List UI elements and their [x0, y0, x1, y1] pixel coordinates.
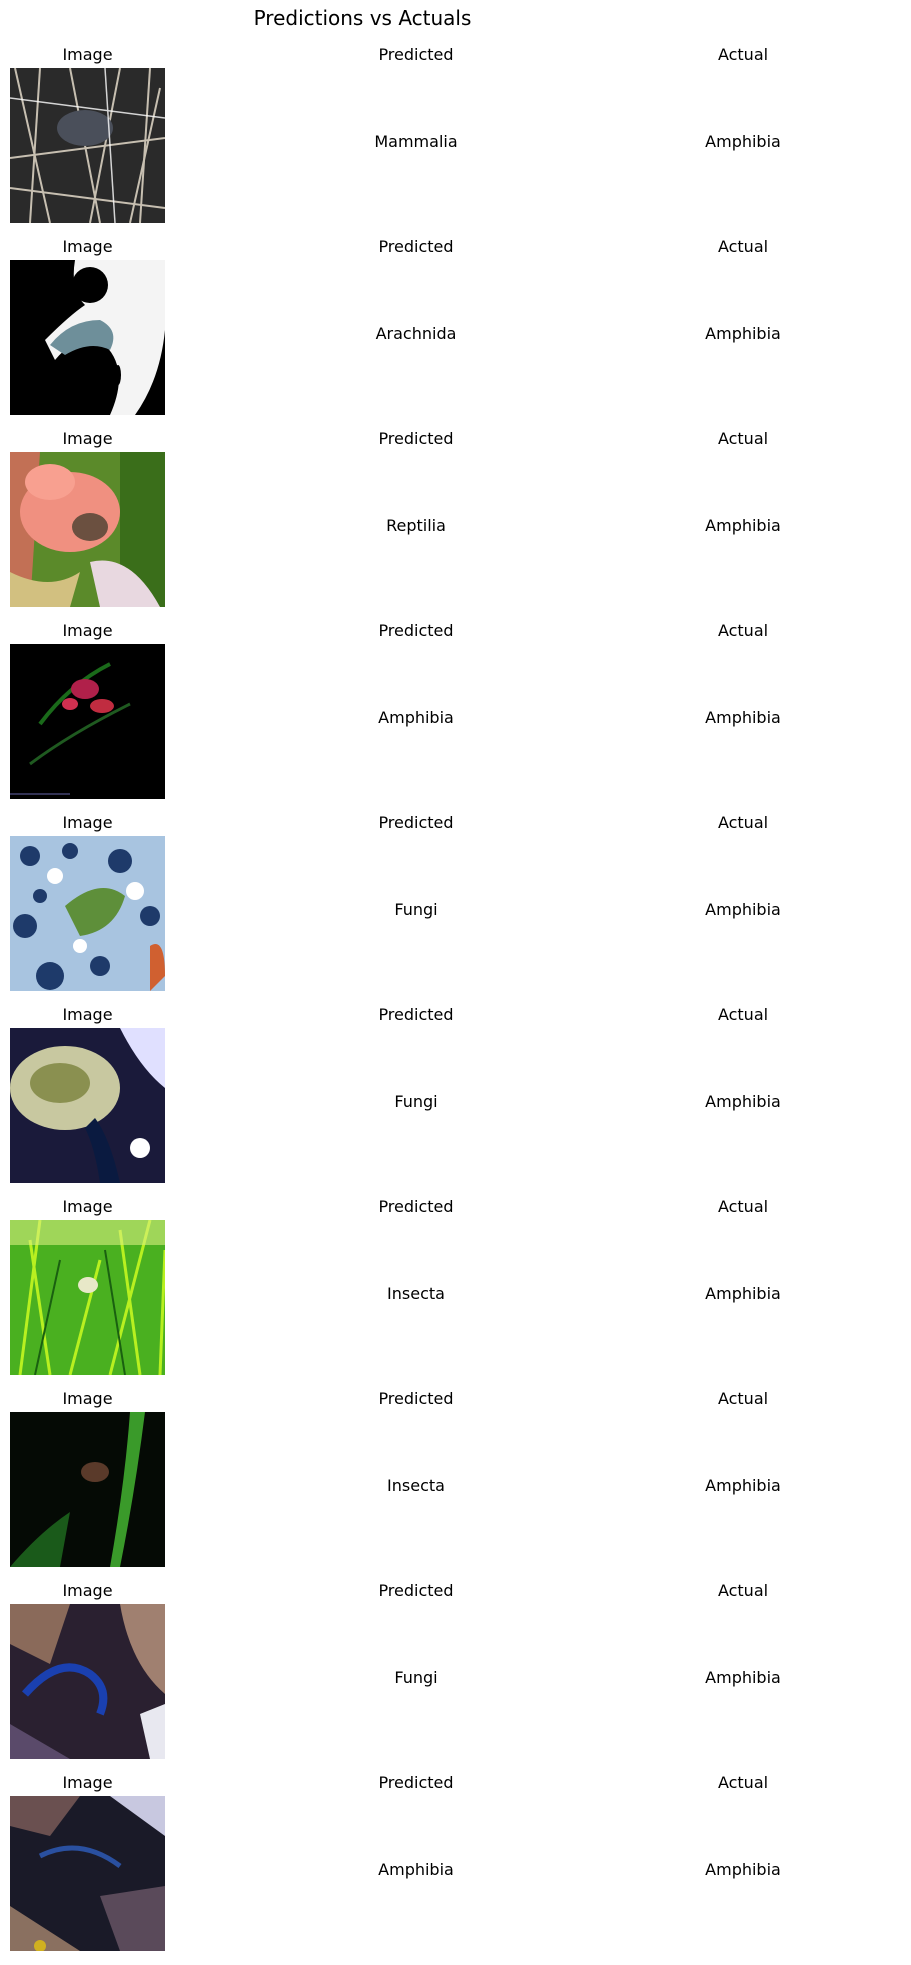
sample-thumbnail — [10, 836, 165, 991]
sample-thumbnail — [10, 1412, 165, 1567]
actual-label: Amphibia — [705, 1092, 781, 1111]
sample-thumbnail — [10, 452, 165, 607]
column-header-predicted: Predicted — [378, 1005, 454, 1024]
figure-title: Predictions vs Actuals — [253, 6, 472, 30]
actual-label: Amphibia — [705, 1476, 781, 1495]
column-header-predicted: Predicted — [378, 813, 454, 832]
actual-label: Amphibia — [705, 1668, 781, 1687]
sample-thumbnail — [10, 260, 165, 415]
table-row: Image Predicted Actual Amphibia Amphibia — [0, 621, 911, 813]
column-header-image: Image — [62, 429, 113, 448]
column-header-actual: Actual — [717, 429, 769, 448]
actual-label: Amphibia — [705, 516, 781, 535]
column-header-actual: Actual — [717, 621, 769, 640]
sample-thumbnail — [10, 68, 165, 223]
predicted-label: Fungi — [394, 900, 438, 919]
column-header-actual: Actual — [717, 1197, 769, 1216]
column-header-predicted: Predicted — [378, 45, 454, 64]
actual-label: Amphibia — [705, 1860, 781, 1879]
column-header-actual: Actual — [717, 45, 769, 64]
predicted-label: Amphibia — [378, 708, 454, 727]
actual-label: Amphibia — [705, 324, 781, 343]
column-header-image: Image — [62, 1773, 113, 1792]
sample-thumbnail — [10, 644, 165, 799]
column-header-predicted: Predicted — [378, 1773, 454, 1792]
column-header-image: Image — [62, 1197, 113, 1216]
column-header-image: Image — [62, 1581, 113, 1600]
column-header-predicted: Predicted — [378, 621, 454, 640]
predicted-label: Insecta — [387, 1476, 445, 1495]
table-row: Image Predicted Actual Fungi Amphibia — [0, 813, 911, 1005]
column-header-predicted: Predicted — [378, 1197, 454, 1216]
column-header-image: Image — [62, 621, 113, 640]
table-row: Image Predicted Actual Arachnida Amphibia — [0, 237, 911, 429]
column-header-image: Image — [62, 1005, 113, 1024]
column-header-predicted: Predicted — [378, 429, 454, 448]
predicted-label: Arachnida — [375, 324, 457, 343]
column-header-predicted: Predicted — [378, 1389, 454, 1408]
column-header-predicted: Predicted — [378, 237, 454, 256]
table-row: Image Predicted Actual Fungi Amphibia — [0, 1581, 911, 1773]
actual-label: Amphibia — [705, 132, 781, 151]
table-row: Image Predicted Actual Amphibia Amphibia — [0, 1773, 911, 1965]
column-header-image: Image — [62, 237, 113, 256]
column-header-actual: Actual — [717, 1005, 769, 1024]
table-row: Image Predicted Actual Fungi Amphibia — [0, 1005, 911, 1197]
column-header-predicted: Predicted — [378, 1581, 454, 1600]
column-header-actual: Actual — [717, 813, 769, 832]
predicted-label: Fungi — [394, 1668, 438, 1687]
predicted-label: Mammalia — [374, 132, 458, 151]
actual-label: Amphibia — [705, 900, 781, 919]
column-header-actual: Actual — [717, 1773, 769, 1792]
table-row: Image Predicted Actual Insecta Amphibia — [0, 1197, 911, 1389]
sample-thumbnail — [10, 1220, 165, 1375]
column-header-image: Image — [62, 813, 113, 832]
column-header-image: Image — [62, 45, 113, 64]
sample-thumbnail — [10, 1028, 165, 1183]
column-header-actual: Actual — [717, 237, 769, 256]
column-header-actual: Actual — [717, 1389, 769, 1408]
sample-thumbnail — [10, 1604, 165, 1759]
predicted-label: Reptilia — [386, 516, 446, 535]
predicted-label: Fungi — [394, 1092, 438, 1111]
predicted-label: Insecta — [387, 1284, 445, 1303]
predicted-label: Amphibia — [378, 1860, 454, 1879]
column-header-image: Image — [62, 1389, 113, 1408]
actual-label: Amphibia — [705, 708, 781, 727]
table-row: Image Predicted Actual Reptilia Amphibia — [0, 429, 911, 621]
table-row: Image Predicted Actual Insecta Amphibia — [0, 1389, 911, 1581]
table-row: Image Predicted Actual Mammalia Amphibia — [0, 45, 911, 237]
column-header-actual: Actual — [717, 1581, 769, 1600]
sample-thumbnail — [10, 1796, 165, 1951]
actual-label: Amphibia — [705, 1284, 781, 1303]
